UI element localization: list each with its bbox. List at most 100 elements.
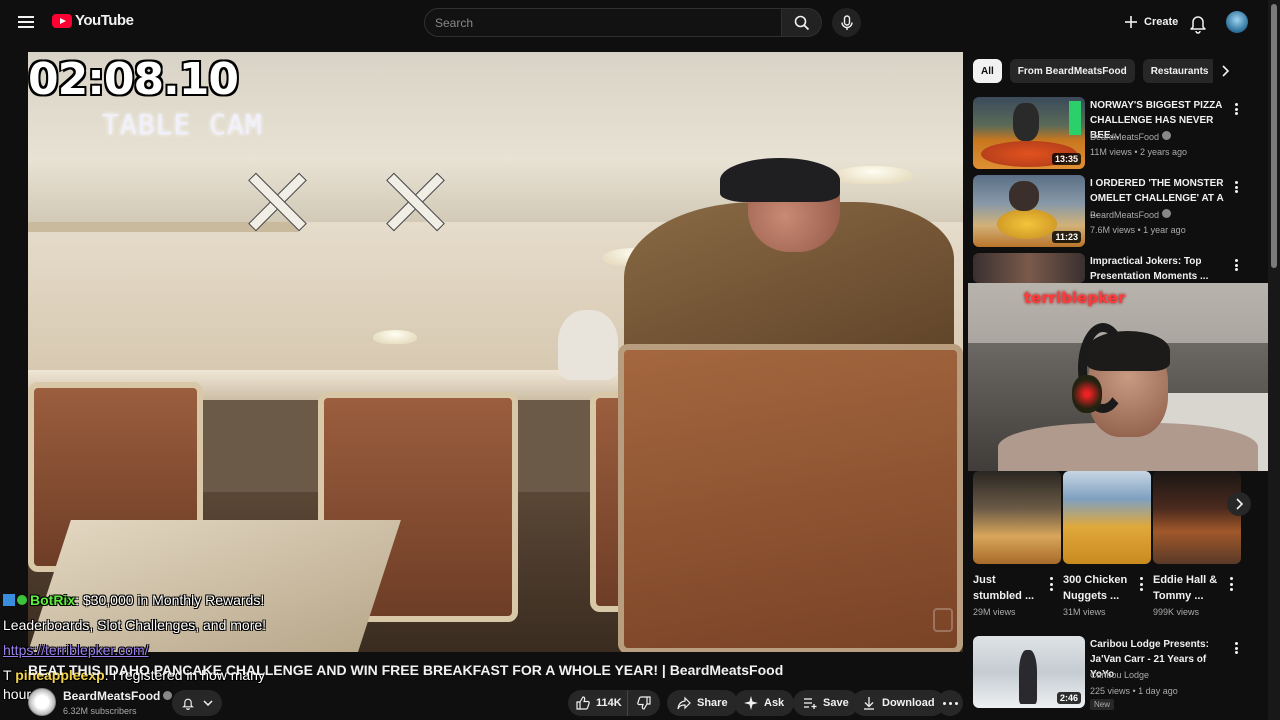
video-thumbnail[interactable]: 2:46 (973, 636, 1085, 708)
crossing-sign (384, 170, 444, 230)
create-label: Create (1144, 16, 1179, 28)
short-video[interactable]: Eddie Hall & Tommy ... 999K views (1153, 471, 1241, 617)
short-thumbnail[interactable] (973, 471, 1061, 564)
video-title[interactable]: Impractical Jokers: Top Presentation Mom… (1090, 254, 1228, 283)
diner-person (558, 310, 618, 380)
recommended-video[interactable]: 2:46 Caribou Lodge Presents: Ja'Van Carr… (973, 636, 1245, 710)
new-badge: New (1090, 699, 1115, 710)
dislike-button[interactable] (628, 690, 660, 716)
youtube-play-icon (52, 13, 72, 28)
plus-icon (1125, 16, 1137, 28)
share-button[interactable]: Share (667, 690, 738, 716)
more-options-button[interactable] (1231, 257, 1241, 273)
search-box (424, 8, 782, 37)
headset-cup (1072, 375, 1102, 413)
chip-all[interactable]: All (973, 59, 1002, 83)
ask-button[interactable]: Ask (734, 690, 795, 716)
more-options-button[interactable] (1231, 101, 1241, 117)
verified-icon (163, 691, 173, 700)
chip-restaurants[interactable]: Restaurants (1142, 59, 1217, 83)
cam-label: TABLE CAM (102, 108, 263, 141)
recommended-video[interactable]: 11:23 I ORDERED 'THE MONSTER OMELET CHAL… (973, 175, 1245, 247)
channel-avatar[interactable] (28, 688, 56, 716)
booth-seat (618, 344, 963, 652)
short-thumbnail[interactable] (1063, 471, 1151, 564)
scrollbar-thumb[interactable] (1271, 4, 1277, 268)
bot-badge-icon (3, 594, 15, 606)
thumbs-up-icon (576, 696, 590, 710)
chat-message: https://terriblepker.com/ (3, 638, 343, 663)
video-meta: 225 views • 1 day ago New (1090, 686, 1178, 710)
page-scrollbar[interactable] (1268, 0, 1280, 720)
chat-badge: T (3, 667, 12, 683)
save-action: Save (793, 690, 859, 716)
verified-icon (1162, 209, 1172, 218)
ceiling-lamp (373, 330, 417, 344)
chat-overlay: BotRix: $30,000 in Monthly Rewards! Lead… (3, 588, 343, 707)
recommended-video[interactable]: Impractical Jokers: Top Presentation Mom… (973, 253, 1245, 283)
save-button[interactable]: Save (793, 690, 859, 716)
subscribed-bell-button[interactable] (172, 690, 222, 716)
menu-icon[interactable] (14, 10, 38, 34)
shorts-next-button[interactable] (1227, 492, 1251, 516)
crossing-sign (246, 170, 306, 230)
like-dislike-group: 114K (568, 690, 660, 716)
more-options-button[interactable] (1047, 577, 1055, 591)
like-count: 114K (596, 697, 622, 709)
chip-from-channel[interactable]: From BeardMeatsFood (1009, 59, 1135, 83)
chevron-right-icon (1222, 65, 1230, 77)
search-input[interactable] (425, 9, 781, 36)
channel-name[interactable]: Caribou Lodge (1090, 670, 1149, 680)
subscriber-count: 6.32M subscribers (63, 706, 137, 716)
more-actions (937, 690, 963, 716)
chat-message: BotRix: $30,000 in Monthly Rewards! (3, 588, 343, 613)
short-title[interactable]: 300 Chicken Nuggets ... (1063, 572, 1133, 604)
chat-link[interactable]: https://terriblepker.com/ (3, 642, 149, 658)
chips-next-button[interactable] (1213, 59, 1237, 83)
bell-icon (182, 698, 194, 710)
more-actions-button[interactable] (937, 690, 963, 716)
short-video[interactable]: 300 Chicken Nuggets ... 31M views (1063, 471, 1151, 617)
challenge-timer: 02:08.10 (28, 54, 239, 105)
recommended-video[interactable]: 13:35 NORWAY'S BIGGEST PIZZA CHALLENGE H… (973, 97, 1245, 169)
account-avatar[interactable] (1226, 11, 1248, 33)
streamer-webcam: terriblepker (968, 283, 1280, 471)
thumbs-down-icon (637, 696, 651, 710)
short-views: 29M views (973, 607, 1016, 617)
short-title[interactable]: Eddie Hall & Tommy ... (1153, 572, 1223, 604)
search-icon (794, 15, 809, 30)
channel-name[interactable]: BeardMeatsFood (1090, 209, 1172, 220)
search-button[interactable] (782, 8, 822, 37)
download-button[interactable]: Download (852, 690, 945, 716)
sparkle-icon (744, 696, 758, 710)
short-title[interactable]: Just stumbled ... (973, 572, 1043, 604)
youtube-logo[interactable]: YouTube (52, 12, 134, 29)
create-button[interactable]: Create (1116, 8, 1190, 36)
like-button[interactable]: 114K (568, 690, 628, 716)
channel-name[interactable]: BeardMeatsFood (63, 689, 173, 703)
short-video[interactable]: Just stumbled ... 29M views (973, 471, 1061, 617)
share-icon (677, 696, 691, 710)
channel-watermark[interactable] (933, 608, 953, 632)
channel-name[interactable]: BeardMeatsFood (1090, 131, 1172, 142)
video-meta: 7.6M views • 1 year ago (1090, 225, 1186, 235)
video-player[interactable]: 02:08.10 TABLE CAM (28, 52, 963, 652)
download-action: Download (852, 690, 945, 716)
baseball-cap (720, 158, 840, 202)
streamer-handle: terriblepker (1024, 289, 1126, 307)
video-thumbnail[interactable]: 11:23 (973, 175, 1085, 247)
chat-message: Leaderboards, Slot Challenges, and more! (3, 617, 267, 633)
video-title: BEAT THIS IDAHO PANCAKE CHALLENGE AND WI… (28, 662, 784, 678)
filter-chips: All From BeardMeatsFood Restaurants (973, 59, 1217, 83)
more-options-button[interactable] (1231, 179, 1241, 195)
more-options-button[interactable] (1227, 577, 1235, 591)
download-icon (864, 697, 874, 710)
verified-icon (1162, 131, 1172, 140)
video-thumbnail[interactable]: 13:35 (973, 97, 1085, 169)
notifications-button[interactable] (1187, 12, 1209, 34)
more-options-button[interactable] (1231, 640, 1241, 656)
video-thumbnail[interactable] (973, 253, 1085, 283)
short-thumbnail[interactable] (1153, 471, 1241, 564)
more-options-button[interactable] (1137, 577, 1145, 591)
voice-search-button[interactable] (832, 8, 861, 37)
